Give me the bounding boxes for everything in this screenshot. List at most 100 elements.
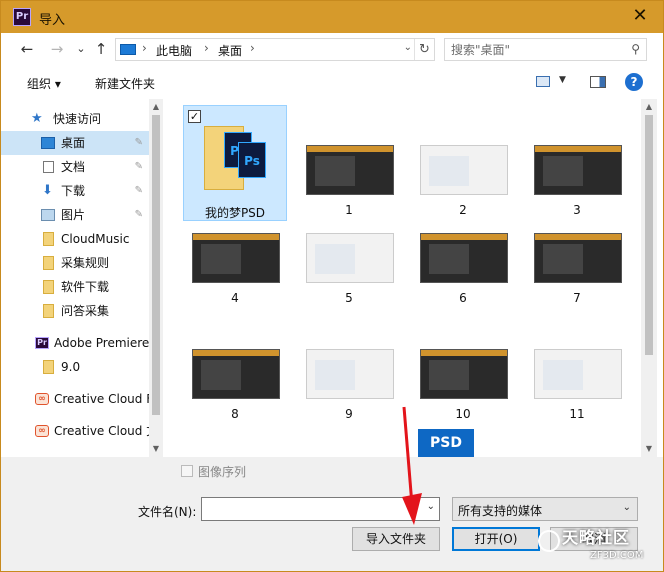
chevron-down-icon[interactable]: ⌄: [427, 501, 435, 512]
address-bar[interactable]: › 此电脑 › 桌面 › ⌄ ↻: [115, 38, 435, 61]
folder-icon: [43, 256, 54, 270]
file-item[interactable]: 10: [411, 309, 515, 425]
file-label: 5: [345, 291, 353, 305]
desktop-icon: [41, 137, 55, 149]
view-options-dropdown[interactable]: ▼: [559, 75, 566, 85]
breadcrumb-this-pc[interactable]: 此电脑: [156, 42, 192, 59]
scroll-up-icon[interactable]: ▲: [644, 102, 654, 112]
file-list-scroll-thumb[interactable]: [645, 115, 653, 355]
sidebar-scrollbar[interactable]: ▲ ▼: [149, 99, 163, 457]
search-box[interactable]: ⚲: [444, 38, 647, 61]
sidebar-item-collection-rules[interactable]: 采集规则: [1, 251, 149, 275]
forward-button[interactable]: →: [47, 39, 67, 59]
file-type-select[interactable]: 所有支持的媒体 ⌄: [452, 497, 638, 521]
sidebar-scroll-thumb[interactable]: [152, 115, 160, 415]
sidebar-item-label: 桌面: [61, 136, 86, 150]
up-arrow-icon: ↑: [94, 40, 108, 58]
pin-icon: ✎: [134, 161, 143, 172]
file-item[interactable]: 7: [525, 193, 629, 309]
file-list: ✓ Ps Ps 我的梦PSD 1 2 3 4 5: [163, 99, 641, 457]
folder-icon: [43, 304, 54, 318]
download-icon: ⬇: [42, 183, 53, 198]
scroll-up-icon[interactable]: ▲: [151, 102, 161, 112]
refresh-button[interactable]: ↻: [414, 39, 434, 60]
file-item[interactable]: 11: [525, 309, 629, 425]
pin-icon: ✎: [134, 209, 143, 220]
sidebar-item-label: CloudMusic: [61, 232, 130, 246]
open-button[interactable]: 打开(O): [452, 527, 540, 551]
breadcrumb-desktop[interactable]: 桌面: [218, 42, 242, 59]
star-icon: ★: [31, 111, 43, 126]
sidebar-item-qa-collection[interactable]: 问答采集: [1, 299, 149, 323]
help-icon[interactable]: ?: [625, 73, 643, 91]
image-sequence-checkbox[interactable]: [181, 465, 193, 477]
sidebar-item-downloads[interactable]: ⬇ 下载 ✎: [1, 179, 149, 203]
file-thumbnail: [192, 349, 280, 399]
recent-locations-button[interactable]: ⌄: [71, 39, 91, 59]
up-button[interactable]: ↑: [91, 39, 111, 59]
premiere-app-icon: Pr: [13, 8, 31, 26]
file-list-scrollbar[interactable]: ▲ ▼: [641, 99, 657, 457]
sidebar-item-pictures[interactable]: 图片 ✎: [1, 203, 149, 227]
file-item[interactable]: 4: [183, 193, 287, 309]
cancel-button[interactable]: 取消: [550, 527, 638, 551]
sidebar-item-premiere-9[interactable]: 9.0: [1, 355, 149, 379]
scroll-down-icon[interactable]: ▼: [644, 444, 654, 454]
this-pc-icon: [120, 44, 136, 55]
picture-icon: [41, 209, 55, 221]
search-input[interactable]: [451, 41, 621, 58]
folder-icon: [43, 360, 54, 374]
file-label: 4: [231, 291, 239, 305]
sidebar-item-documents[interactable]: 文档 ✎: [1, 155, 149, 179]
file-item[interactable]: 9: [297, 309, 401, 425]
search-icon: ⚲: [631, 42, 640, 56]
sidebar-item-creative-cloud-files[interactable]: ∞ Creative Cloud F: [1, 387, 149, 411]
sidebar-item-software-downloads[interactable]: 软件下载: [1, 275, 149, 299]
back-button[interactable]: ←: [17, 39, 37, 59]
address-dropdown-icon[interactable]: ⌄: [404, 42, 412, 53]
file-thumbnail: [534, 145, 622, 195]
checkbox-checked-icon[interactable]: ✓: [188, 110, 201, 123]
back-arrow-icon: ←: [20, 40, 34, 58]
sidebar-item-label: 9.0: [61, 360, 81, 374]
forward-arrow-icon: →: [50, 40, 64, 58]
file-item[interactable]: 5: [297, 193, 401, 309]
file-name-combobox[interactable]: ⌄: [201, 497, 440, 521]
import-folder-button[interactable]: 导入文件夹: [352, 527, 440, 551]
file-item[interactable]: 6: [411, 193, 515, 309]
scroll-down-icon[interactable]: ▼: [151, 444, 161, 454]
file-thumbnail: [420, 349, 508, 399]
chevron-down-icon: ⌄: [622, 502, 631, 513]
sidebar-item-creative-cloud-docs[interactable]: ∞ Creative Cloud 文: [1, 419, 149, 443]
dialog-footer: 图像序列 文件名(N): ⌄ 所有支持的媒体 ⌄ 导入文件夹 打开(O) 取消: [1, 457, 663, 571]
sidebar-item-adobe-premiere[interactable]: Pr Adobe Premiere: [1, 331, 149, 355]
new-folder-button[interactable]: 新建文件夹: [95, 75, 155, 92]
creative-cloud-icon: ∞: [35, 425, 49, 437]
sidebar-item-cloudmusic[interactable]: CloudMusic: [1, 227, 149, 251]
sidebar-item-label: Adobe Premiere: [54, 336, 149, 350]
organize-menu[interactable]: 组织 ▾: [27, 75, 61, 92]
close-button[interactable]: ✕: [617, 1, 663, 33]
file-thumbnail: [534, 349, 622, 399]
psd-file-icon[interactable]: PSD: [418, 429, 474, 457]
refresh-icon: ↻: [419, 42, 430, 57]
file-name-input[interactable]: [206, 501, 416, 517]
pin-icon: ✎: [134, 137, 143, 148]
change-view-icon[interactable]: [536, 76, 550, 87]
sidebar-item-quick-access[interactable]: ★ 快速访问: [1, 107, 149, 131]
creative-cloud-icon: ∞: [35, 393, 49, 405]
sidebar-item-label: 采集规则: [61, 256, 110, 270]
file-name-label: 文件名(N):: [138, 505, 197, 519]
premiere-icon: Pr: [35, 337, 49, 349]
dialog-title: 导入: [39, 13, 66, 28]
file-item[interactable]: 8: [183, 309, 287, 425]
folder-icon: [43, 280, 54, 294]
preview-pane-icon[interactable]: [590, 76, 606, 88]
sidebar-item-desktop[interactable]: 桌面 ✎: [1, 131, 149, 155]
close-icon: ✕: [632, 5, 648, 26]
file-label: 9: [345, 407, 353, 421]
file-thumbnail: [306, 233, 394, 283]
file-thumbnail: [306, 145, 394, 195]
file-thumbnail: [192, 233, 280, 283]
sidebar-item-label: 文档: [61, 160, 86, 174]
